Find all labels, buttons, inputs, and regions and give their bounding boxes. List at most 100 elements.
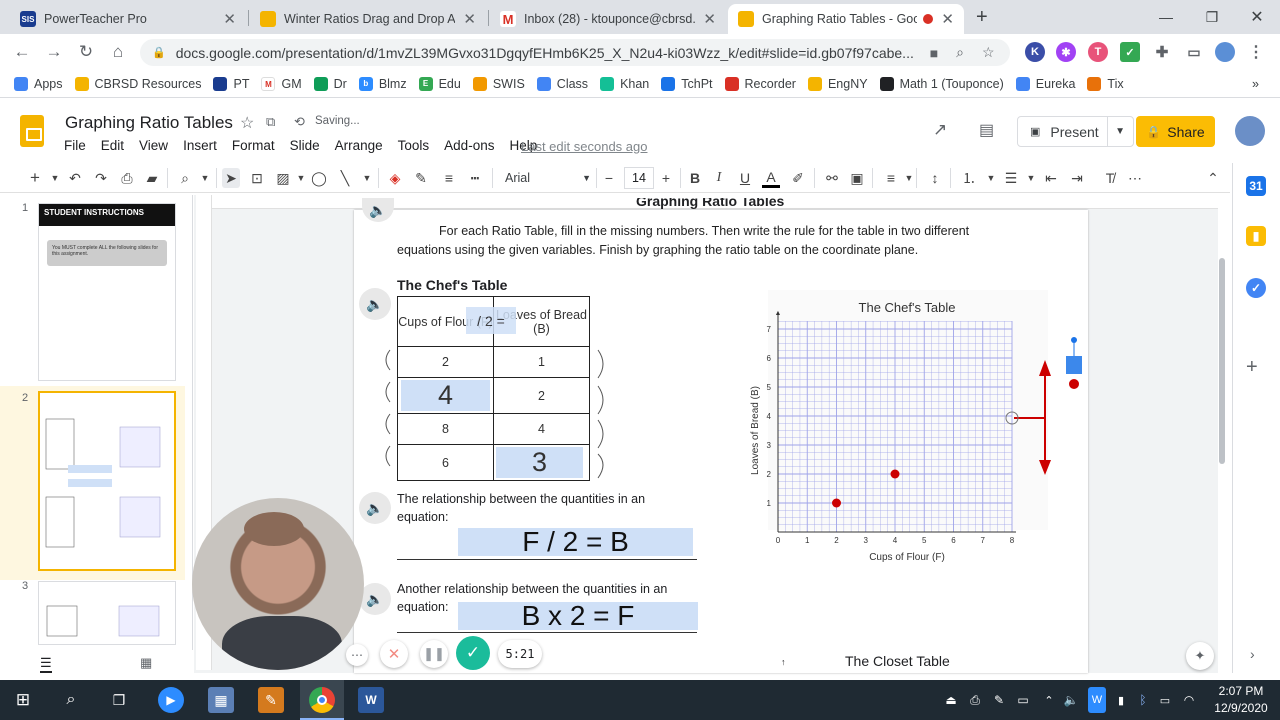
address-bar[interactable]: 🔒 docs.google.com/presentation/d/1mvZL39… (140, 39, 1010, 66)
profile-avatar[interactable] (1215, 42, 1235, 62)
tray-w-icon[interactable]: W (1088, 687, 1106, 713)
menu-format[interactable]: Format (232, 138, 275, 153)
menu-arrange[interactable]: Arrange (335, 138, 383, 153)
border-color-icon[interactable]: ✎ (412, 168, 430, 188)
close-tab-icon[interactable]: ✕ (463, 10, 476, 28)
insert-image-icon[interactable]: ▨ (274, 168, 292, 188)
tray-pen-icon[interactable]: ✎ (990, 687, 1008, 713)
bookmark-pt[interactable]: PT (213, 76, 249, 91)
menu-view[interactable]: View (139, 138, 168, 153)
speaker-icon[interactable]: 🔈 (359, 288, 391, 320)
menu-slide[interactable]: Slide (290, 138, 320, 153)
home-icon[interactable]: ⌂ (106, 40, 130, 64)
menu-file[interactable]: File (64, 138, 86, 153)
battery-icon[interactable]: ▭ (1156, 687, 1174, 713)
system-clock[interactable]: 2:07 PM 12/9/2020 (1206, 683, 1276, 717)
tray-tablet-icon[interactable]: ▮ (1112, 687, 1130, 713)
undo-icon[interactable]: ↶ (66, 168, 84, 188)
image-dropdown-icon[interactable]: ▼ (292, 168, 310, 188)
increase-font-icon[interactable]: + (657, 168, 675, 188)
bluetooth-icon[interactable]: ᛒ (1134, 687, 1152, 713)
bookmark-gm[interactable]: M GM (261, 76, 302, 91)
bookmark-recorder[interactable]: Recorder (724, 76, 796, 91)
speaker-icon[interactable]: 🔈 (359, 492, 391, 524)
bookmark-tix[interactable]: Tix (1087, 76, 1124, 91)
text-color-icon[interactable]: A (762, 168, 780, 188)
link-icon[interactable]: ⚯ (823, 168, 841, 188)
print-icon[interactable]: ⎙ (118, 168, 136, 188)
new-slide-dropdown-icon[interactable]: ▼ (46, 168, 64, 188)
bookmark-drive[interactable]: Dr (313, 76, 347, 91)
close-tab-icon[interactable]: ✕ (223, 10, 236, 28)
windows-start-icon[interactable]: ⊞ (10, 687, 36, 713)
red-point-marker[interactable] (1069, 379, 1079, 389)
document-title[interactable]: Graphing Ratio Tables (65, 113, 233, 133)
tray-up-icon[interactable]: ⌃ (1040, 687, 1058, 713)
equation-1-box[interactable]: F / 2 = B (458, 528, 693, 556)
fill-color-icon[interactable]: ◈ (386, 168, 404, 188)
back-icon[interactable]: ← (10, 40, 34, 64)
selection-handle[interactable] (1066, 356, 1082, 374)
tray-eject-icon[interactable]: ⏏ (942, 687, 960, 713)
bookmark-eureka[interactable]: Eureka (1015, 76, 1075, 91)
task-view-icon[interactable]: ❐ (106, 687, 132, 713)
clear-formatting-icon[interactable]: T̸ (1101, 168, 1119, 188)
align-icon[interactable]: ≡ (882, 168, 900, 188)
underline-icon[interactable]: U (736, 168, 754, 188)
font-size-input[interactable]: 14 (624, 167, 654, 189)
text-box-icon[interactable]: ⊡ (248, 168, 266, 188)
extensions-puzzle-icon[interactable]: ✚ (1152, 42, 1172, 62)
t-extension-icon[interactable]: T (1088, 42, 1108, 62)
zoom-app-icon[interactable]: ▶ (158, 687, 184, 713)
numbered-list-icon[interactable]: ⒈ (960, 168, 978, 188)
bookmark-edu[interactable]: E Edu (418, 76, 461, 91)
calendar-icon[interactable]: 31 (1246, 176, 1266, 196)
word-icon[interactable]: W (358, 687, 384, 713)
restore-icon[interactable]: ❐ (1189, 0, 1235, 34)
close-tab-icon[interactable]: ✕ (703, 10, 716, 28)
bookmark-cbrsd[interactable]: CBRSD Resources (74, 76, 201, 91)
bulleted-list-icon[interactable]: ☰ (1002, 168, 1020, 188)
camera-icon[interactable]: ■ (930, 45, 938, 61)
bookmark-blmz[interactable]: b Blmz (358, 76, 407, 91)
grid-view-icon[interactable]: ▦ (140, 655, 152, 671)
slide-thumbnail-2[interactable] (38, 391, 176, 571)
comments-icon[interactable]: ▤ (979, 120, 994, 140)
numbered-list-dropdown-icon[interactable]: ▼ (982, 168, 1000, 188)
move-folder-icon[interactable]: ⧉ (266, 114, 275, 130)
share-button[interactable]: 🔒 Share (1136, 116, 1215, 147)
line-icon[interactable]: ╲ (336, 168, 354, 188)
add-addon-icon[interactable]: + (1246, 356, 1258, 379)
bookmark-tchpt[interactable]: TchPt (661, 76, 713, 91)
chrome-menu-icon[interactable]: ⋮ (1246, 42, 1266, 62)
recorder-more-icon[interactable]: ⋯ (346, 644, 368, 666)
equation-2-box[interactable]: B x 2 = F (458, 602, 698, 630)
vertical-scrollbar[interactable] (1219, 258, 1225, 464)
last-edit-link[interactable]: Last edit seconds ago (521, 139, 647, 154)
bold-icon[interactable]: B (686, 168, 704, 188)
tasks-icon[interactable]: ✓ (1246, 278, 1266, 298)
redo-icon[interactable]: ↷ (92, 168, 110, 188)
bookmark-star-icon[interactable]: ☆ (982, 44, 995, 61)
zoom-icon[interactable]: ⌕ (176, 168, 194, 188)
shape-icon[interactable]: ◯ (310, 168, 328, 188)
new-tab-icon[interactable]: + (976, 6, 988, 29)
recorder-cancel-icon[interactable]: ✕ (380, 640, 408, 668)
recorder-pause-icon[interactable]: ❚❚ (420, 640, 448, 668)
menu-insert[interactable]: Insert (183, 138, 217, 153)
cast-icon[interactable]: ▭ (1184, 42, 1204, 62)
check-extension-icon[interactable]: ✓ (1120, 42, 1140, 62)
expand-panel-icon[interactable]: › (1250, 646, 1255, 662)
font-select[interactable]: Arial ▼ (505, 168, 591, 188)
keep-icon[interactable]: ▮ (1246, 226, 1266, 246)
bookmark-engny[interactable]: EngNY (807, 76, 868, 91)
k-extension-icon[interactable]: K (1025, 42, 1045, 62)
border-dash-icon[interactable]: ┅ (466, 168, 484, 188)
slide-thumbnail-3[interactable] (38, 581, 176, 645)
menu-addons[interactable]: Add-ons (444, 138, 494, 153)
menu-tools[interactable]: Tools (398, 138, 430, 153)
chrome-icon[interactable] (309, 687, 335, 713)
comment-add-icon[interactable]: ▣ (848, 168, 866, 188)
decrease-indent-icon[interactable]: ⇤ (1042, 168, 1060, 188)
present-dropdown-icon[interactable]: ▼ (1107, 116, 1125, 147)
